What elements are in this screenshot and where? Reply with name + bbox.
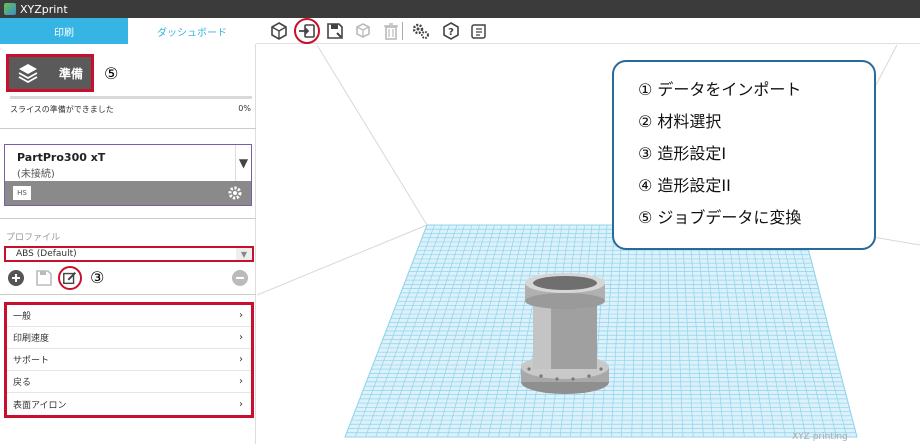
box-icon[interactable] (268, 20, 290, 42)
save-icon[interactable] (324, 20, 346, 42)
callout-3: ③ (90, 268, 105, 287)
printer-name: PartPro300 xT (17, 151, 106, 164)
save-profile-icon[interactable] (34, 268, 54, 288)
settings-icon[interactable] (410, 20, 432, 42)
hs-badge: HS (13, 186, 31, 200)
setting-label: 印刷速度 (13, 334, 50, 344)
mode-tabs: 印刷 ダッシュボード (0, 18, 256, 44)
setting-label: サポート (13, 356, 50, 366)
callout-5: ⑤ (104, 64, 119, 83)
setting-general[interactable]: 一般 › (7, 305, 251, 327)
chevron-right-icon: › (239, 310, 243, 321)
cube-icon[interactable] (352, 20, 374, 42)
settings-list: 一般 › 印刷速度 › サポート › 戻る › 表面アイロン › (4, 302, 254, 418)
profile-selected: ABS (Default) (16, 249, 77, 259)
title-bar: XYZprint (0, 0, 920, 18)
info-item-material: ② 材料選択 (638, 112, 722, 131)
printer-dropdown-icon[interactable]: ▼ (235, 145, 251, 181)
printer-status: (未接続) (17, 169, 55, 180)
window-title: XYZprint (20, 2, 68, 16)
setting-label: 戻る (13, 378, 32, 388)
app-icon (4, 3, 16, 15)
help-icon[interactable]: ? (440, 20, 462, 42)
remove-profile-icon[interactable] (230, 268, 250, 288)
divider (0, 294, 256, 295)
setting-print-speed[interactable]: 印刷速度 › (7, 327, 251, 349)
tab-dashboard[interactable]: ダッシュボード (128, 18, 256, 44)
prepare-button[interactable]: 準備 (6, 54, 94, 92)
viewport-watermark: XYZ printing (792, 432, 848, 442)
setting-retraction[interactable]: 戻る › (7, 371, 251, 393)
setting-label: 一般 (13, 312, 32, 322)
profile-dropdown-icon[interactable]: ▼ (236, 248, 252, 260)
svg-text:?: ? (448, 27, 454, 38)
prepare-label: 準備 (59, 66, 84, 81)
printer-selector[interactable]: PartPro300 xT (未接続) ▼ HS (4, 144, 252, 206)
add-profile-icon[interactable] (6, 268, 26, 288)
divider (0, 218, 256, 219)
info-item-settings-1: ③ 造形設定I (638, 144, 727, 163)
setting-label: 表面アイロン (13, 400, 67, 411)
chevron-right-icon: › (239, 354, 243, 365)
pipe-model[interactable] (521, 273, 609, 394)
profile-select[interactable]: ABS (Default) ▼ (4, 246, 254, 262)
chevron-right-icon: › (239, 398, 243, 410)
printer-footer: HS (5, 181, 251, 205)
scroll-icon[interactable] (468, 20, 490, 42)
slice-progress-bar (10, 96, 252, 99)
chevron-right-icon: › (239, 376, 243, 387)
left-panel: 準備 ⑤ スライスの準備ができました 0% PartPro300 xT (未接続… (0, 44, 276, 444)
divider (0, 128, 256, 129)
import-icon[interactable] (294, 18, 320, 44)
layers-icon (13, 58, 43, 88)
profile-label: プロファイル (6, 233, 61, 243)
edit-profile-icon[interactable] (58, 266, 82, 290)
setting-support[interactable]: サポート › (7, 349, 251, 371)
setting-surface-ironing[interactable]: 表面アイロン › (7, 393, 251, 415)
info-item-settings-2: ④ 造形設定II (638, 176, 731, 195)
slice-percent: 0% (238, 104, 251, 113)
toolbar-divider (402, 22, 403, 40)
info-item-convert: ⑤ ジョブデータに変換 (638, 208, 802, 227)
tab-print[interactable]: 印刷 (0, 18, 128, 44)
build-plate-grid (344, 224, 858, 438)
slice-status-text: スライスの準備ができました (10, 105, 114, 114)
trash-icon[interactable] (380, 20, 402, 42)
chevron-right-icon: › (239, 332, 243, 343)
info-item-import: ① データをインポート (638, 80, 802, 99)
printer-gear-icon[interactable] (227, 185, 243, 201)
info-box: ① データをインポート ② 材料選択 ③ 造形設定I ④ 造形設定II ⑤ ジョ… (612, 60, 876, 250)
